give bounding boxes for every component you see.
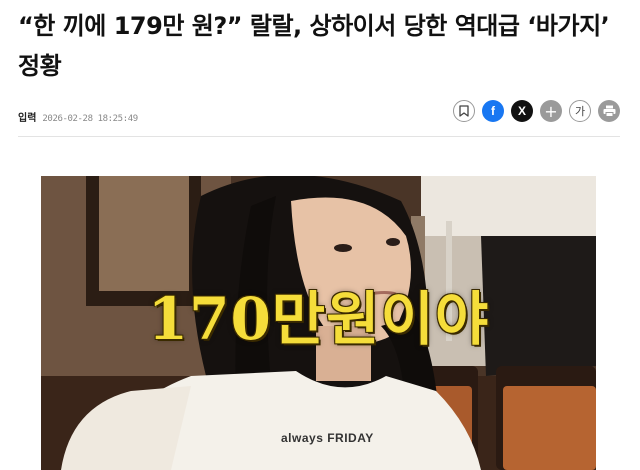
shirt-print-text: always FRIDAY — [281, 431, 374, 445]
facebook-share-button[interactable]: f — [482, 100, 504, 122]
article-headline: “한 끼에 179만 원?” 랄랄, 상하이서 당한 역대급 ‘바가지’ 정황 — [18, 12, 610, 80]
article-meta: 입력 2026-02-28 18:25:49 — [18, 109, 138, 124]
bookmark-icon — [459, 105, 469, 117]
published-label: 입력 — [18, 113, 37, 124]
x-share-button[interactable]: X — [511, 100, 533, 122]
print-icon — [603, 105, 615, 117]
share-bar: f X + 가 — [453, 100, 620, 122]
article-photo: 170만원이야 always FRIDAY — [41, 176, 596, 470]
font-size-button[interactable]: 가 — [569, 100, 591, 122]
print-button[interactable] — [598, 100, 620, 122]
photo-caption: 170만원이야 — [147, 285, 490, 353]
header-divider — [18, 136, 620, 137]
bookmark-button[interactable] — [453, 100, 475, 122]
published-datetime: 2026-02-28 18:25:49 — [42, 114, 138, 124]
more-share-button[interactable]: + — [540, 100, 562, 122]
